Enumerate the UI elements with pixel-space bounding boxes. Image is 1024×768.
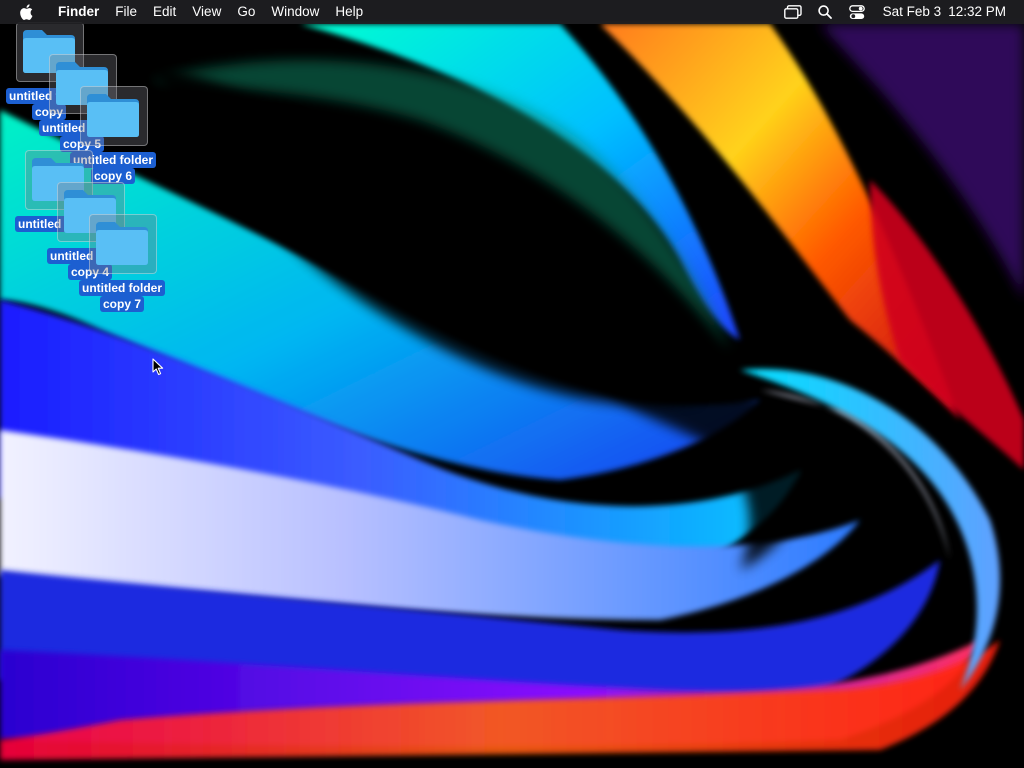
folder-icon — [87, 94, 139, 137]
clock-date: Sat Feb 3 — [882, 4, 942, 19]
menu-finder[interactable]: Finder — [50, 0, 107, 24]
desktop-folder-copy-7[interactable]: untitled folder copy 7 — [74, 214, 170, 324]
screen-mirroring-icon[interactable] — [777, 0, 809, 24]
menu-clock[interactable]: Sat Feb 3 12:32 PM — [883, 0, 1006, 24]
menu-file[interactable]: File — [107, 0, 145, 24]
folder-icon — [96, 222, 148, 265]
spotlight-search-icon[interactable] — [809, 0, 841, 24]
control-center-icon[interactable] — [841, 0, 873, 24]
mouse-pointer-icon — [152, 358, 164, 376]
menu-go[interactable]: Go — [229, 0, 263, 24]
folder-label: untitled folder copy 7 — [74, 280, 170, 312]
menu-help[interactable]: Help — [327, 0, 371, 24]
clock-time: 12:32 PM — [948, 4, 1006, 19]
apple-logo-icon[interactable] — [17, 0, 37, 24]
menu-bar: Finder File Edit View Go Window Help Sat… — [0, 0, 1024, 24]
menu-edit[interactable]: Edit — [145, 0, 184, 24]
menu-window[interactable]: Window — [263, 0, 327, 24]
menu-view[interactable]: View — [184, 0, 229, 24]
status-area: Sat Feb 3 12:32 PM — [777, 0, 1024, 24]
